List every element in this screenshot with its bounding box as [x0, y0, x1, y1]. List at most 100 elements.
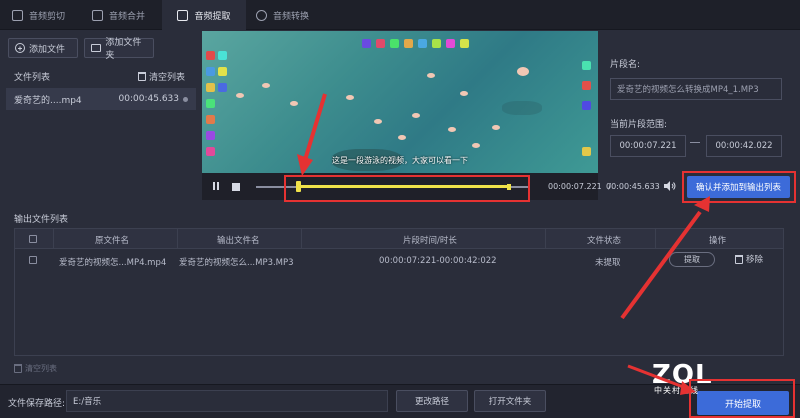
- desktop-app-icon: [376, 39, 385, 48]
- desktop-app-icon: [582, 81, 591, 90]
- desktop-app-icon: [582, 61, 591, 70]
- tab-audio-extract[interactable]: 音频提取: [162, 0, 246, 31]
- range-end-input[interactable]: [706, 135, 782, 157]
- change-path-button[interactable]: 更改路径: [396, 390, 468, 412]
- desktop-app-icon: [218, 51, 227, 60]
- row-source-name: 爱奇艺的视频怎...MP4.mp4: [59, 258, 167, 268]
- file-name: 爱奇艺的....mp4: [14, 95, 82, 106]
- trash-icon: [735, 254, 743, 264]
- total-time: 00:00:45.633: [606, 182, 660, 191]
- desktop-app-icon: [446, 39, 455, 48]
- row-extract-button[interactable]: 提取: [669, 252, 715, 267]
- range-dash: [690, 142, 700, 143]
- column-divider: [177, 229, 178, 249]
- row-checkbox[interactable]: [29, 256, 37, 264]
- desktop-app-icon: [206, 83, 215, 92]
- swimmer-shape: [398, 135, 406, 140]
- tab-bar: 音频剪切 音频合并 音频提取 音频转换: [0, 0, 800, 31]
- file-list-item[interactable]: 爱奇艺的....mp4 00:00:45.633: [6, 88, 196, 110]
- stop-button[interactable]: [232, 183, 240, 191]
- segment-range-label: 当前片段范围:: [610, 120, 668, 130]
- desktop-app-icon: [206, 147, 215, 156]
- swimmer-shape: [290, 101, 298, 106]
- open-folder-button[interactable]: 打开文件夹: [474, 390, 546, 412]
- pause-button[interactable]: [212, 181, 222, 191]
- video-frame: [202, 31, 598, 173]
- tab-audio-convert[interactable]: 音频转换: [256, 0, 320, 30]
- add-icon: [15, 43, 25, 53]
- swimmer-shape: [236, 93, 244, 98]
- desktop-app-icon: [206, 115, 215, 124]
- convert-icon: [256, 9, 267, 21]
- tab-audio-merge[interactable]: 音频合并: [92, 0, 156, 30]
- add-file-button[interactable]: 添加文件: [8, 38, 78, 58]
- tab-label: 音频提取: [194, 11, 231, 22]
- column-time: 片段时间/时长: [403, 236, 457, 246]
- desktop-app-icon: [432, 39, 441, 48]
- clear-output-button[interactable]: 清空列表: [14, 363, 57, 374]
- desktop-app-icon: [206, 67, 215, 76]
- annotation-box-start: [689, 379, 795, 418]
- desktop-app-icon: [206, 51, 215, 60]
- video-subtitle: 这是一段游泳的视频，大家可以看一下: [332, 156, 468, 165]
- swimmer-shape: [346, 95, 354, 100]
- output-list-label: 输出文件列表: [14, 215, 69, 225]
- tab-label: 音频合并: [109, 11, 146, 22]
- trash-icon: [14, 364, 22, 373]
- column-actions: 操作: [709, 236, 727, 246]
- current-time-value: 00:00:07.221: [548, 182, 602, 191]
- add-folder-label: 添加文件夹: [105, 38, 142, 61]
- annotation-box-timeline: [284, 175, 530, 202]
- row-status: 未提取: [595, 258, 621, 268]
- annotation-box-confirm: [682, 171, 796, 203]
- desktop-app-icon: [582, 101, 591, 110]
- scissors-icon: [12, 9, 23, 21]
- swimmer-shape: [427, 73, 435, 78]
- column-status: 文件状态: [587, 236, 622, 246]
- file-list-label: 文件列表: [14, 73, 51, 83]
- add-folder-button[interactable]: 添加文件夹: [84, 38, 154, 61]
- desktop-app-icon: [218, 83, 227, 92]
- tab-audio-cut[interactable]: 音频剪切: [12, 0, 72, 30]
- swimmer-shape: [374, 119, 382, 124]
- column-divider: [301, 229, 302, 249]
- add-file-label: 添加文件: [29, 44, 66, 55]
- save-path-input[interactable]: [66, 390, 388, 412]
- desktop-app-icon: [362, 39, 371, 48]
- row-time-range: 00:00:07:221-00:00:42:022: [379, 256, 497, 266]
- table-header: 原文件名 输出文件名 片段时间/时长 文件状态 操作: [15, 229, 783, 249]
- swimmer-shape: [460, 91, 468, 96]
- desktop-app-icon: [582, 147, 591, 156]
- desktop-app-icon: [206, 131, 215, 140]
- column-divider: [53, 229, 54, 249]
- clear-list-button[interactable]: 清空列表: [138, 70, 185, 83]
- current-time: 00:00:07.221 /: [548, 182, 611, 191]
- volume-icon[interactable]: [664, 181, 676, 191]
- desktop-app-icon: [390, 39, 399, 48]
- swimmer-shape: [492, 125, 500, 130]
- desktop-app-icon: [404, 39, 413, 48]
- segment-name-input[interactable]: [610, 78, 782, 100]
- select-all-checkbox[interactable]: [29, 235, 37, 243]
- tab-label: 音频剪切: [29, 11, 66, 22]
- clear-output-label: 清空列表: [25, 364, 57, 373]
- column-divider: [545, 229, 546, 249]
- tab-label: 音频转换: [273, 11, 310, 22]
- swimmer-shape: [448, 127, 456, 132]
- extract-icon: [177, 9, 189, 21]
- swimmer-shape: [472, 143, 480, 148]
- merge-icon: [92, 9, 103, 21]
- column-divider: [655, 229, 656, 249]
- clear-list-label: 清空列表: [149, 73, 186, 83]
- desktop-app-icon: [418, 39, 427, 48]
- status-dot-icon: [183, 96, 188, 102]
- file-duration: 00:00:45.633: [118, 94, 179, 104]
- folder-icon: [91, 44, 102, 52]
- video-preview[interactable]: 这是一段游泳的视频，大家可以看一下: [202, 31, 598, 173]
- swimmer-shape: [262, 83, 270, 88]
- save-path-label: 文件保存路径:: [8, 399, 66, 409]
- range-start-input[interactable]: [610, 135, 686, 157]
- row-remove-button[interactable]: 移除: [735, 253, 763, 265]
- desktop-app-icon: [218, 67, 227, 76]
- column-output: 输出文件名: [217, 236, 260, 246]
